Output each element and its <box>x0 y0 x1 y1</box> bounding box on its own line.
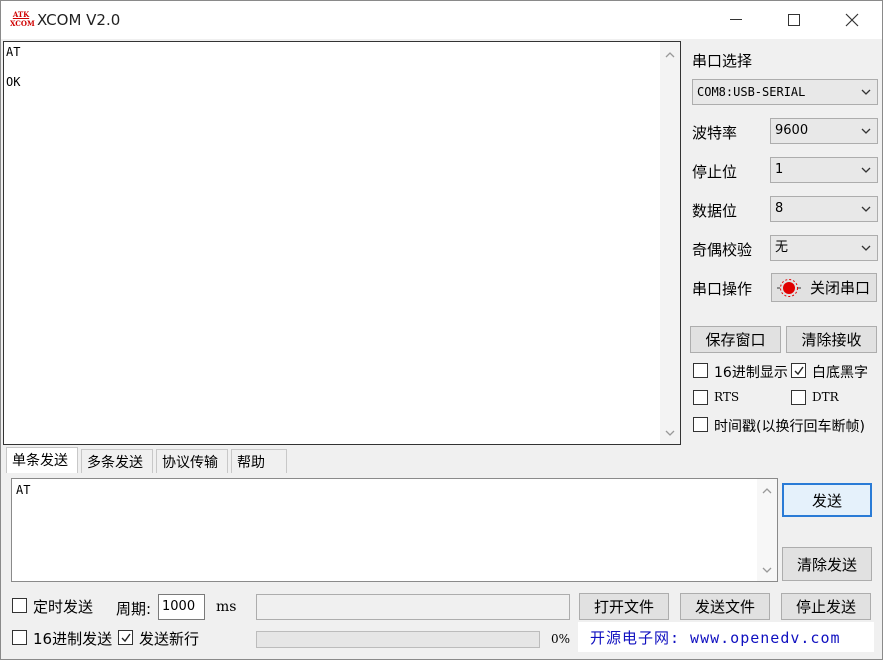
parity-label: 奇偶校验 <box>692 241 753 259</box>
period-input[interactable]: 1000 <box>158 594 205 620</box>
progress-percent: 0% <box>551 632 571 646</box>
port-select-label: 串口选择 <box>692 52 753 70</box>
window-title: XCOM V2.0 <box>37 11 121 29</box>
send-newline-checkbox[interactable] <box>118 630 133 645</box>
close-button[interactable] <box>823 1 881 39</box>
clear-receive-button[interactable]: 清除接收 <box>786 326 877 353</box>
period-unit: ms <box>216 599 237 615</box>
receive-line: AT <box>6 45 21 59</box>
send-scrollbar[interactable] <box>757 479 777 581</box>
website-banner[interactable]: 开源电子网: www.openedv.com <box>578 622 874 652</box>
chevron-down-icon <box>861 245 871 251</box>
stop-send-button[interactable]: 停止发送 <box>781 593 871 620</box>
scroll-down-icon[interactable] <box>762 565 772 575</box>
rts-label: RTS <box>714 390 740 404</box>
hex-display-label: 16进制显示 <box>714 365 788 381</box>
timestamp-checkbox[interactable] <box>693 417 708 432</box>
send-textarea[interactable]: AT <box>11 478 778 582</box>
hex-display-checkbox[interactable] <box>693 363 708 378</box>
title-bar: ATK XCOM XCOM V2.0 <box>1 1 882 39</box>
chevron-down-icon <box>861 89 871 95</box>
send-button[interactable]: 发送 <box>782 483 872 517</box>
tab-help[interactable]: 帮助 <box>231 449 287 473</box>
open-file-button[interactable]: 打开文件 <box>579 593 669 620</box>
port-select-value: COM8:USB-SERIAL <box>697 85 806 99</box>
clear-send-button[interactable]: 清除发送 <box>782 547 872 581</box>
timed-send-checkbox[interactable] <box>12 598 27 613</box>
data-bits-label: 数据位 <box>692 202 738 220</box>
send-progress-bar <box>256 631 540 648</box>
send-text: AT <box>16 483 31 497</box>
scroll-down-icon[interactable] <box>665 428 675 438</box>
stop-bits-select[interactable]: 1 <box>770 157 878 183</box>
parity-select[interactable]: 无 <box>770 235 878 261</box>
data-bits-select[interactable]: 8 <box>770 196 878 222</box>
data-bits-select-value: 8 <box>775 201 784 216</box>
receive-scrollbar[interactable] <box>660 42 680 444</box>
close-port-button[interactable]: 关闭串口 <box>771 273 877 302</box>
port-select[interactable]: COM8:USB-SERIAL <box>692 79 878 105</box>
scroll-up-icon[interactable] <box>665 50 675 60</box>
dtr-label: DTR <box>812 390 839 404</box>
logo-text-bottom: XCOM <box>10 19 35 28</box>
baud-label: 波特率 <box>692 124 738 142</box>
white-bg-checkbox[interactable] <box>791 363 806 378</box>
stop-bits-label: 停止位 <box>692 163 738 181</box>
scroll-up-icon[interactable] <box>762 486 772 496</box>
period-label: 周期: <box>116 600 152 618</box>
white-bg-label: 白底黑字 <box>812 365 868 381</box>
send-file-button[interactable]: 发送文件 <box>680 593 770 620</box>
file-path-input[interactable] <box>256 594 570 620</box>
hex-send-label: 16进制发送 <box>33 630 113 648</box>
app-window: ATK XCOM XCOM V2.0 AT OK 串口选择 COM8:USB-S… <box>0 0 883 660</box>
send-newline-label: 发送新行 <box>139 630 200 648</box>
checkmark-icon <box>794 366 804 376</box>
minimize-button[interactable] <box>707 1 765 39</box>
dtr-checkbox[interactable] <box>791 390 806 405</box>
rts-checkbox[interactable] <box>693 390 708 405</box>
baud-select-value: 9600 <box>775 123 809 138</box>
port-operation-label: 串口操作 <box>692 280 753 298</box>
tab-single-send[interactable]: 单条发送 <box>6 447 78 473</box>
app-logo: ATK XCOM <box>10 10 35 30</box>
tab-multi-send[interactable]: 多条发送 <box>81 449 153 473</box>
stop-bits-select-value: 1 <box>775 162 784 177</box>
tab-protocol[interactable]: 协议传输 <box>156 449 228 473</box>
receive-line: OK <box>6 75 21 89</box>
chevron-down-icon <box>861 167 871 173</box>
timestamp-label: 时间戳(以换行回车断帧) <box>714 419 865 435</box>
logo-text-top: ATK <box>12 10 30 19</box>
minimize-icon <box>730 19 742 20</box>
maximize-icon <box>788 14 800 26</box>
close-port-button-label: 关闭串口 <box>810 279 871 297</box>
checkmark-icon <box>121 633 131 643</box>
chevron-down-icon <box>861 128 871 134</box>
receive-textarea[interactable]: AT OK <box>3 41 681 445</box>
chevron-down-icon <box>861 206 871 212</box>
led-indicator-icon <box>777 278 801 297</box>
timed-send-label: 定时发送 <box>33 598 94 616</box>
baud-select[interactable]: 9600 <box>770 118 878 144</box>
maximize-button[interactable] <box>765 1 823 39</box>
parity-select-value: 无 <box>775 240 789 255</box>
close-icon <box>845 13 859 27</box>
hex-send-checkbox[interactable] <box>12 630 27 645</box>
save-window-button[interactable]: 保存窗口 <box>690 326 781 353</box>
